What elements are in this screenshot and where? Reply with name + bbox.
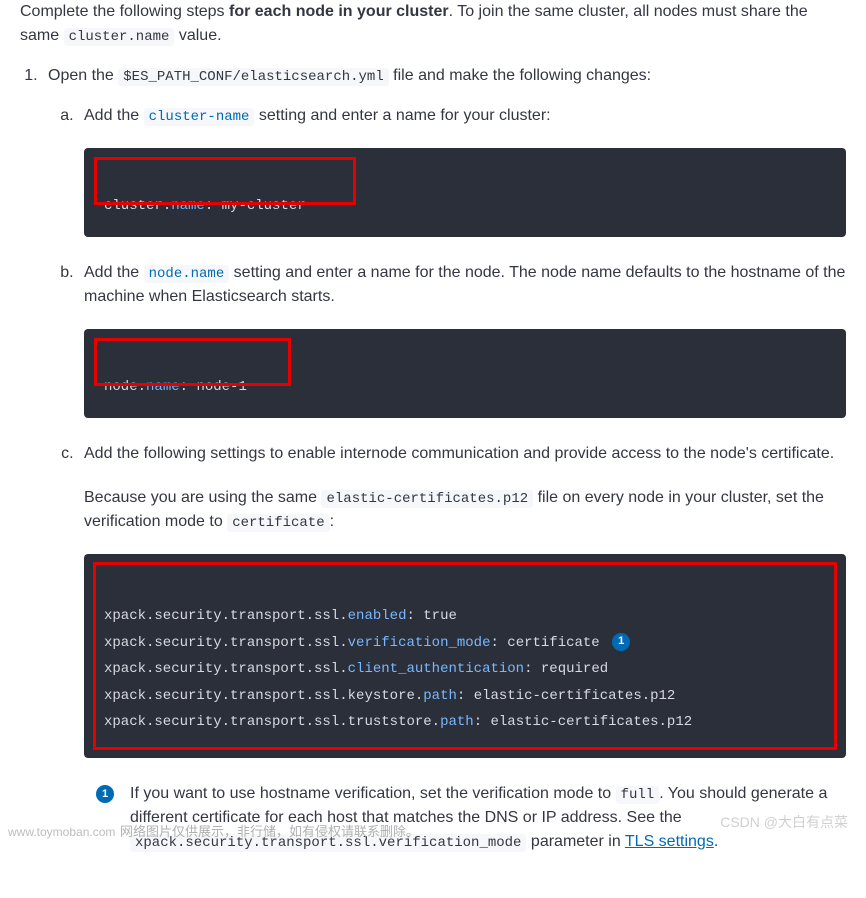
intro-prefix: Complete the following steps <box>20 3 229 20</box>
intro-suffix: value. <box>174 27 221 44</box>
substep-b: Add the node.name setting and enter a na… <box>78 261 846 418</box>
watermark-right: CSDN @大白有点菜 <box>720 812 848 833</box>
watermark-left: www.toymoban.com <box>8 823 115 841</box>
intro-bold: for each node in your cluster <box>229 3 449 20</box>
step1-suffix: file and make the following changes: <box>389 67 651 84</box>
intro-paragraph: Complete the following steps for each no… <box>20 0 846 48</box>
intro-code: cluster.name <box>64 28 175 46</box>
codeblock-ssl-settings[interactable]: xpack.security.transport.ssl.enabled: tr… <box>84 554 846 758</box>
substeps-list: Add the cluster-name setting and enter a… <box>48 104 846 854</box>
watermark-center: 网络图片仅供展示，非行储，如有侵权请联系删除。 <box>120 822 419 842</box>
substep-a: Add the cluster-name setting and enter a… <box>78 104 846 237</box>
step1-prefix: Open the <box>48 67 118 84</box>
sub-a-suffix: setting and enter a name for your cluste… <box>254 107 550 124</box>
sub-b-code[interactable]: node.name <box>144 265 230 283</box>
callout-code-full: full <box>616 786 660 804</box>
highlight-box <box>93 562 837 750</box>
step-1: Open the $ES_PATH_CONF/elasticsearch.yml… <box>42 64 846 854</box>
highlight-box <box>94 157 356 205</box>
sub-a-code[interactable]: cluster-name <box>144 108 255 126</box>
sub-b-prefix: Add the <box>84 264 144 281</box>
sub-c-p2-prefix: Because you are using the same <box>84 489 321 506</box>
codeblock-cluster-name[interactable]: cluster.name: my-cluster <box>84 148 846 237</box>
document-body: Complete the following steps for each no… <box>0 0 866 898</box>
tls-settings-link[interactable]: TLS settings <box>625 833 714 850</box>
substep-c: Add the following settings to enable int… <box>78 442 846 854</box>
sub-c-p1: Add the following settings to enable int… <box>84 442 846 466</box>
highlight-box <box>94 338 291 386</box>
sub-a-prefix: Add the <box>84 107 144 124</box>
sub-c-p2-code2: certificate <box>227 514 329 532</box>
sub-c-p2-suffix: : <box>330 513 334 530</box>
sub-c-p2-code1: elastic-certificates.p12 <box>321 490 533 508</box>
codeblock-node-name[interactable]: node.name: node-1 <box>84 329 846 418</box>
steps-list: Open the $ES_PATH_CONF/elasticsearch.yml… <box>20 64 846 854</box>
callout-number-icon[interactable]: 1 <box>96 785 114 803</box>
step1-code: $ES_PATH_CONF/elasticsearch.yml <box>118 68 388 86</box>
